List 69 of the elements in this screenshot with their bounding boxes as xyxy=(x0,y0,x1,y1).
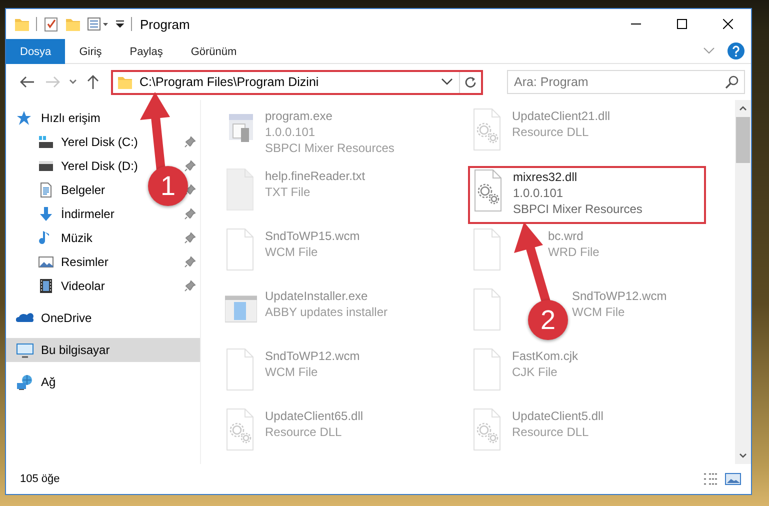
sidebar-item[interactable]: İndirmeler xyxy=(61,207,114,221)
item-count: 105 öğe xyxy=(20,473,61,485)
refresh-icon xyxy=(464,76,477,88)
sidebar-item[interactable]: Yerel Disk (D:) xyxy=(61,159,138,173)
pin-icon[interactable] xyxy=(184,136,196,148)
right-arrow-icon xyxy=(44,74,61,90)
down-arrow-icon xyxy=(38,206,54,222)
file-detail: ABBY updates installer xyxy=(265,304,388,320)
file-detail: 1.0.0.101 xyxy=(265,124,316,140)
pin-icon[interactable] xyxy=(184,160,196,172)
sidebar-item[interactable]: Resimler xyxy=(61,255,108,269)
file-detail: Resource DLL xyxy=(512,424,590,440)
file-detail: CJK File xyxy=(512,364,558,380)
sidebar-item[interactable]: Müzik xyxy=(61,231,92,245)
search-field[interactable]: Ara: Program xyxy=(506,70,745,94)
ribbon-tab[interactable]: Paylaş xyxy=(116,39,177,64)
file-item[interactable]: mixres32.dll 1.0.0.101 SBPCI Mixer Resources xyxy=(468,166,706,224)
up-caret-icon[interactable] xyxy=(739,105,747,111)
sidebar-item[interactable]: Yerel Disk (C:) xyxy=(61,135,138,149)
pin-icon[interactable] xyxy=(184,256,196,268)
address-field[interactable]: C:\Program Files\Program Dizini xyxy=(111,70,483,94)
file-detail: WCM File xyxy=(572,304,626,320)
file-detail: WCM File xyxy=(265,244,319,260)
address-path: C:\Program Files\Program Dizini xyxy=(139,75,320,89)
help-icon[interactable] xyxy=(727,42,745,60)
search-icon[interactable] xyxy=(724,75,739,89)
left-arrow-icon xyxy=(18,74,35,90)
scrollbar[interactable] xyxy=(735,100,751,464)
scroll-thumb[interactable] xyxy=(736,117,750,163)
network-icon xyxy=(16,374,34,390)
sidebar-item[interactable]: Hızlı erişim xyxy=(41,111,100,125)
checklist-icon[interactable] xyxy=(43,16,59,32)
pin-icon[interactable] xyxy=(184,208,196,220)
film-icon xyxy=(38,278,54,294)
monitor-icon xyxy=(16,342,34,358)
file-detail: Resource DLL xyxy=(512,124,590,140)
picture-icon xyxy=(38,254,54,270)
file-detail: WRD File xyxy=(548,244,600,260)
close-icon xyxy=(723,19,733,29)
up-arrow-icon xyxy=(84,74,101,90)
sidebar-item[interactable]: Bu bilgisayar xyxy=(6,338,200,362)
folder-icon xyxy=(14,16,30,32)
window-title: Program xyxy=(140,16,191,32)
ribbon-tab[interactable]: Dosya xyxy=(6,39,66,64)
maximize-icon xyxy=(677,19,687,29)
sidebar-item[interactable]: Belgeler xyxy=(61,183,106,197)
file-detail: Resource DLL xyxy=(265,424,343,440)
document-icon xyxy=(38,182,54,198)
sidebar-item[interactable]: OneDrive xyxy=(41,311,92,325)
down-caret-icon[interactable] xyxy=(739,453,747,459)
file-detail: SBPCI Mixer Resources xyxy=(513,201,642,217)
ribbon-tab[interactable]: Görünüm xyxy=(176,39,251,64)
drive-icon xyxy=(38,158,54,174)
file-detail: 1.0.0.101 xyxy=(513,185,564,201)
drive-icon xyxy=(38,134,54,150)
pin-icon[interactable] xyxy=(184,232,196,244)
properties-icon[interactable] xyxy=(87,16,109,32)
sidebar-item[interactable]: Ağ xyxy=(41,375,56,389)
file-detail: SBPCI Mixer Resources xyxy=(265,140,394,156)
file-detail: TXT File xyxy=(265,184,312,200)
file-name: mixres32.dll xyxy=(513,169,578,185)
file-detail: WCM File xyxy=(265,364,319,380)
folder-icon xyxy=(117,74,134,90)
sidebar-item[interactable]: Videolar xyxy=(61,279,105,293)
tiles-view-icon[interactable] xyxy=(725,472,741,486)
ribbon-tab[interactable]: Giriş xyxy=(65,39,116,64)
pin-icon[interactable] xyxy=(184,280,196,292)
chevron-icon[interactable] xyxy=(440,78,453,86)
details-view-icon[interactable] xyxy=(703,472,719,486)
